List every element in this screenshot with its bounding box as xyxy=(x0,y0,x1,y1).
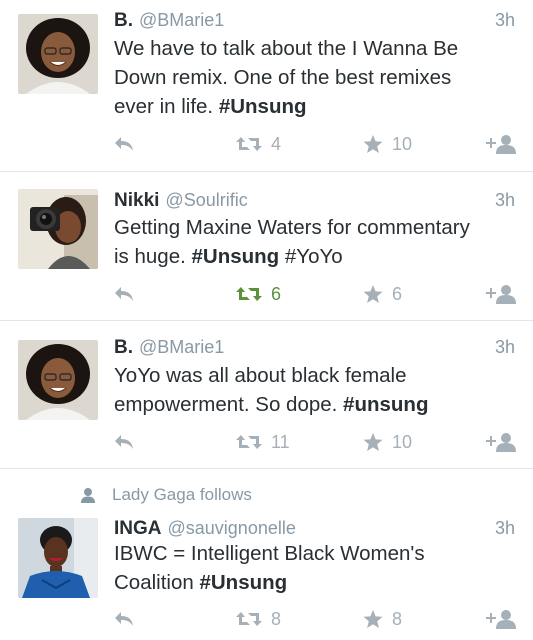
tweet-text-line: empowerment. So dope. #unsung xyxy=(114,390,514,419)
follow-button[interactable] xyxy=(484,427,516,457)
tweet-text-line: Getting Maxine Waters for commentary xyxy=(114,216,470,239)
tweet-actions: 11 10 xyxy=(0,427,533,457)
display-name[interactable]: INGA xyxy=(114,518,162,539)
tweet[interactable]: B. @BMarie1 3h YoYo was all about black f… xyxy=(0,321,533,469)
tweet-text-line: YoYo was all about black female xyxy=(114,364,407,387)
follow-icon xyxy=(486,433,516,452)
retweet-button[interactable]: 8 xyxy=(235,604,281,634)
tweet-text-segment[interactable]: #YoYo xyxy=(279,245,343,268)
display-name[interactable]: B. xyxy=(114,10,133,31)
retweet-count: 4 xyxy=(271,133,282,154)
retweet-icon xyxy=(236,137,262,151)
tweet-text-segment: ever in life. xyxy=(114,95,219,118)
hashtag[interactable]: #Unsung xyxy=(199,571,287,594)
tweet-actions: 6 6 xyxy=(0,279,533,309)
tweet-text-line: ever in life. #Unsung xyxy=(114,92,514,121)
favorite-button[interactable]: 8 xyxy=(362,604,402,634)
hashtag[interactable]: #Unsung xyxy=(219,95,307,118)
star-icon xyxy=(363,610,383,628)
favorite-count: 10 xyxy=(392,431,413,452)
tweet-header: B. @BMarie1 3h xyxy=(114,10,515,36)
tweet-text-line: We have to talk about the I Wanna Be xyxy=(114,37,459,60)
tweet-text-segment: empowerment. So dope. xyxy=(114,393,344,416)
tweet-actions: 4 10 xyxy=(0,129,533,159)
avatar[interactable] xyxy=(18,14,98,94)
tweet-text: YoYo was all about black female empowerm… xyxy=(114,361,514,419)
timeline: B. @BMarie1 3h We have to talk about the … xyxy=(0,0,533,640)
reply-icon xyxy=(115,287,133,301)
tweet-text-line: is huge. #Unsung #YoYo xyxy=(114,242,514,271)
tweet[interactable]: Nikki @Soulrific 3h Getting Maxine Waters… xyxy=(0,172,533,321)
tweet-text-segment: Coalition xyxy=(114,571,200,594)
tweet-text-line: Coalition #Unsung xyxy=(114,568,514,597)
tweet-text-line: IBWC = Intelligent Black Women's xyxy=(114,542,425,565)
retweet-button[interactable]: 4 xyxy=(235,129,281,159)
tweet-text-line: Down remix. One of the best remixes xyxy=(114,66,452,89)
tweet-text-segment: is huge. xyxy=(114,245,192,268)
follow-icon xyxy=(486,135,516,154)
display-name[interactable]: B. xyxy=(114,337,133,358)
screen-name[interactable]: @BMarie1 xyxy=(139,337,224,357)
retweet-button[interactable]: 6 xyxy=(235,279,281,309)
screen-name[interactable]: @BMarie1 xyxy=(139,10,224,30)
timestamp[interactable]: 3h xyxy=(495,337,515,358)
reply-button[interactable] xyxy=(113,427,135,457)
retweet-icon xyxy=(236,612,262,626)
reply-icon xyxy=(115,137,133,151)
screen-name[interactable]: @sauvignonelle xyxy=(168,518,296,538)
person-icon xyxy=(81,488,95,503)
retweet-button[interactable]: 11 xyxy=(235,427,290,457)
tweet[interactable]: Lady Gaga follows INGA @sauvignonelle 3h … xyxy=(0,469,533,640)
reply-button[interactable] xyxy=(113,604,135,634)
star-icon xyxy=(363,285,383,303)
reply-icon xyxy=(115,435,133,449)
favorite-count: 6 xyxy=(392,283,403,304)
follow-icon xyxy=(486,610,516,629)
tweet-text: IBWC = Intelligent Black Women's Coaliti… xyxy=(114,539,514,597)
hashtag[interactable]: #Unsung xyxy=(192,245,280,268)
retweet-count: 11 xyxy=(271,431,290,452)
reply-button[interactable] xyxy=(113,279,135,309)
retweet-icon xyxy=(236,435,262,449)
retweet-count: 8 xyxy=(271,608,282,629)
avatar[interactable] xyxy=(18,518,98,598)
star-icon xyxy=(363,135,383,153)
favorite-button[interactable]: 10 xyxy=(362,427,412,457)
screen-name[interactable]: @Soulrific xyxy=(165,190,247,210)
star-icon xyxy=(363,433,383,451)
favorite-button[interactable]: 6 xyxy=(362,279,402,309)
hashtag[interactable]: #unsung xyxy=(343,393,428,416)
avatar[interactable] xyxy=(18,340,98,420)
follow-button[interactable] xyxy=(484,129,516,159)
tweet[interactable]: B. @BMarie1 3h We have to talk about the … xyxy=(0,0,533,172)
retweet-count: 6 xyxy=(271,283,282,304)
reply-button[interactable] xyxy=(113,129,135,159)
follow-button[interactable] xyxy=(484,604,516,634)
tweet-text: We have to talk about the I Wanna Be Dow… xyxy=(114,34,514,121)
display-name[interactable]: Nikki xyxy=(114,190,159,211)
timestamp[interactable]: 3h xyxy=(495,190,515,211)
avatar[interactable] xyxy=(18,189,98,269)
retweet-icon xyxy=(236,287,262,301)
timestamp[interactable]: 3h xyxy=(495,10,515,31)
social-context-label: Lady Gaga follows xyxy=(112,485,252,504)
timestamp[interactable]: 3h xyxy=(495,518,515,539)
tweet-text: Getting Maxine Waters for commentary is … xyxy=(114,213,514,271)
favorite-button[interactable]: 10 xyxy=(362,129,412,159)
follow-button[interactable] xyxy=(484,279,516,309)
favorite-count: 8 xyxy=(392,608,403,629)
tweet-actions: 8 8 xyxy=(0,604,533,634)
social-context[interactable]: Lady Gaga follows xyxy=(80,483,252,507)
reply-icon xyxy=(115,612,133,626)
favorite-count: 10 xyxy=(392,133,413,154)
follow-icon xyxy=(486,285,516,304)
tweet-header: B. @BMarie1 3h xyxy=(114,337,515,363)
